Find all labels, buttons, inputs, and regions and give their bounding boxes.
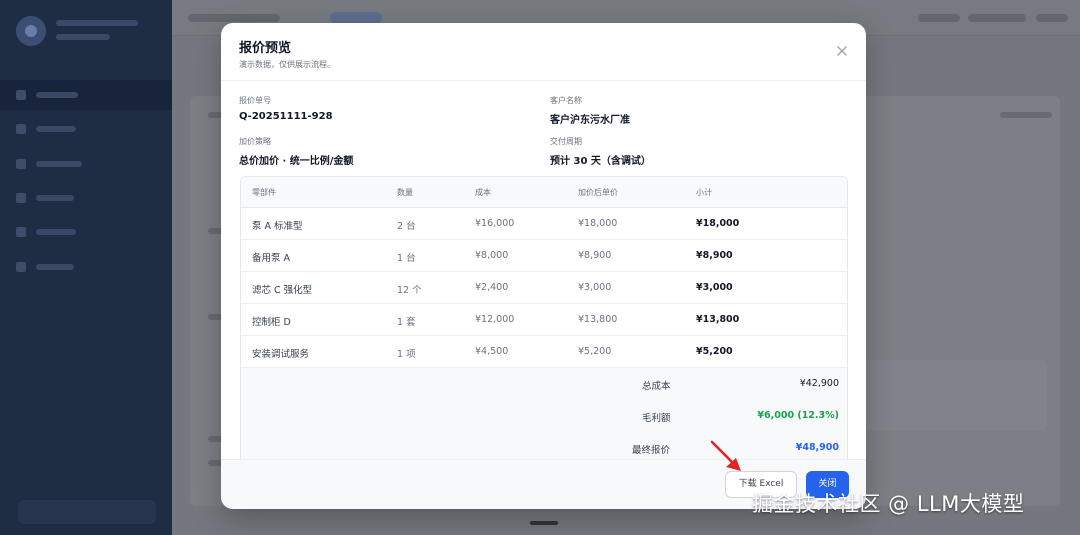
gross-profit-label: 毛利额 [642, 413, 671, 424]
cell-subtotal: ¥3,000 [696, 282, 733, 293]
cell-qty: 1 项 [397, 349, 416, 360]
quote-preview-modal: 报价预览 演示数据，仅供展示流程。 报价单号 Q-20251111-928 客户… [221, 23, 866, 509]
total-cost-value: ¥42,900 [799, 378, 839, 389]
cell-unit-price: ¥5,200 [578, 346, 612, 357]
final-price-label: 最终报价 [632, 445, 671, 456]
cell-qty: 2 台 [397, 221, 416, 232]
pricing-strategy: 总价加价 · 统一比例/金额 [239, 156, 354, 167]
column-header-cost: 成本 [475, 188, 491, 197]
cell-part: 泵 A 标准型 [252, 221, 303, 232]
cell-unit-price: ¥8,900 [578, 250, 612, 261]
sidebar-item[interactable] [0, 80, 172, 110]
table-summary: 总成本 ¥42,900 毛利额 ¥6,000 (12.3%) 最终报价 ¥48,… [241, 368, 847, 465]
table-row: 安装调试服务 1 项 ¥4,500 ¥5,200 ¥5,200 [241, 336, 847, 368]
quote-number-label: 报价单号 [239, 96, 271, 105]
cell-qty: 1 套 [397, 317, 416, 328]
quote-info: 报价单号 Q-20251111-928 客户名称 客户沪东污水厂准 加价策略 总… [239, 95, 849, 175]
delivery-period: 预计 30 天（含调试） [550, 156, 651, 167]
cell-part: 备用泵 A [252, 253, 291, 264]
quote-number: Q-20251111-928 [239, 111, 333, 122]
cell-cost: ¥12,000 [475, 314, 515, 325]
modal-title: 报价预览 [239, 41, 292, 56]
total-cost-label: 总成本 [642, 381, 671, 392]
cell-subtotal: ¥8,900 [696, 250, 733, 261]
cell-qty: 12 个 [397, 285, 422, 296]
sidebar-item[interactable] [0, 149, 172, 179]
customer-label: 客户名称 [550, 96, 582, 105]
cell-cost: ¥4,500 [475, 346, 509, 357]
column-header-unit-price: 加价后单价 [578, 188, 618, 197]
sidebar-item[interactable] [0, 252, 172, 282]
column-header-subtotal: 小计 [696, 188, 712, 197]
sidebar [0, 0, 172, 535]
arrow-icon [710, 440, 741, 471]
column-header-part: 零部件 [252, 188, 276, 197]
sidebar-item[interactable] [0, 183, 172, 213]
table-row: 泵 A 标准型 2 台 ¥16,000 ¥18,000 ¥18,000 [241, 208, 847, 240]
table-row: 备用泵 A 1 台 ¥8,000 ¥8,900 ¥8,900 [241, 240, 847, 272]
cell-cost: ¥2,400 [475, 282, 509, 293]
delivery-label: 交付周期 [550, 137, 582, 146]
customer-name: 客户沪东污水厂准 [550, 115, 630, 126]
modal-subtitle: 演示数据，仅供展示流程。 [239, 60, 335, 69]
cell-subtotal: ¥18,000 [696, 218, 740, 229]
brand [16, 14, 166, 54]
home-indicator [530, 521, 558, 525]
sidebar-bottom-button[interactable] [18, 500, 156, 524]
cell-unit-price: ¥18,000 [578, 218, 618, 229]
close-icon [837, 46, 847, 56]
column-header-qty: 数量 [397, 188, 413, 197]
cell-unit-price: ¥13,800 [578, 314, 618, 325]
gross-profit-value: ¥6,000 (12.3%) [757, 410, 839, 421]
table-row: 滤芯 C 强化型 12 个 ¥2,400 ¥3,000 ¥3,000 [241, 272, 847, 304]
table-header: 零部件 数量 成本 加价后单价 小计 [241, 177, 847, 208]
cell-subtotal: ¥13,800 [696, 314, 740, 325]
cell-part: 控制柜 D [252, 317, 291, 328]
logo [16, 16, 46, 46]
cell-part: 滤芯 C 强化型 [252, 285, 313, 296]
cell-part: 安装调试服务 [252, 349, 310, 360]
modal-header: 报价预览 演示数据，仅供展示流程。 [221, 23, 866, 81]
watermark: 掘金技术社区 @ LLM大模型 [752, 492, 1025, 516]
sidebar-item[interactable] [0, 114, 172, 144]
quote-table: 零部件 数量 成本 加价后单价 小计 泵 A 标准型 2 台 ¥16,000 ¥… [240, 176, 848, 466]
table-row: 控制柜 D 1 套 ¥12,000 ¥13,800 ¥13,800 [241, 304, 847, 336]
close-button[interactable] [832, 41, 852, 61]
cell-cost: ¥16,000 [475, 218, 515, 229]
cell-subtotal: ¥5,200 [696, 346, 733, 357]
strategy-label: 加价策略 [239, 137, 271, 146]
cell-unit-price: ¥3,000 [578, 282, 612, 293]
final-price-value: ¥48,900 [795, 442, 839, 453]
sidebar-item[interactable] [0, 217, 172, 247]
cell-cost: ¥8,000 [475, 250, 509, 261]
cell-qty: 1 台 [397, 253, 416, 264]
